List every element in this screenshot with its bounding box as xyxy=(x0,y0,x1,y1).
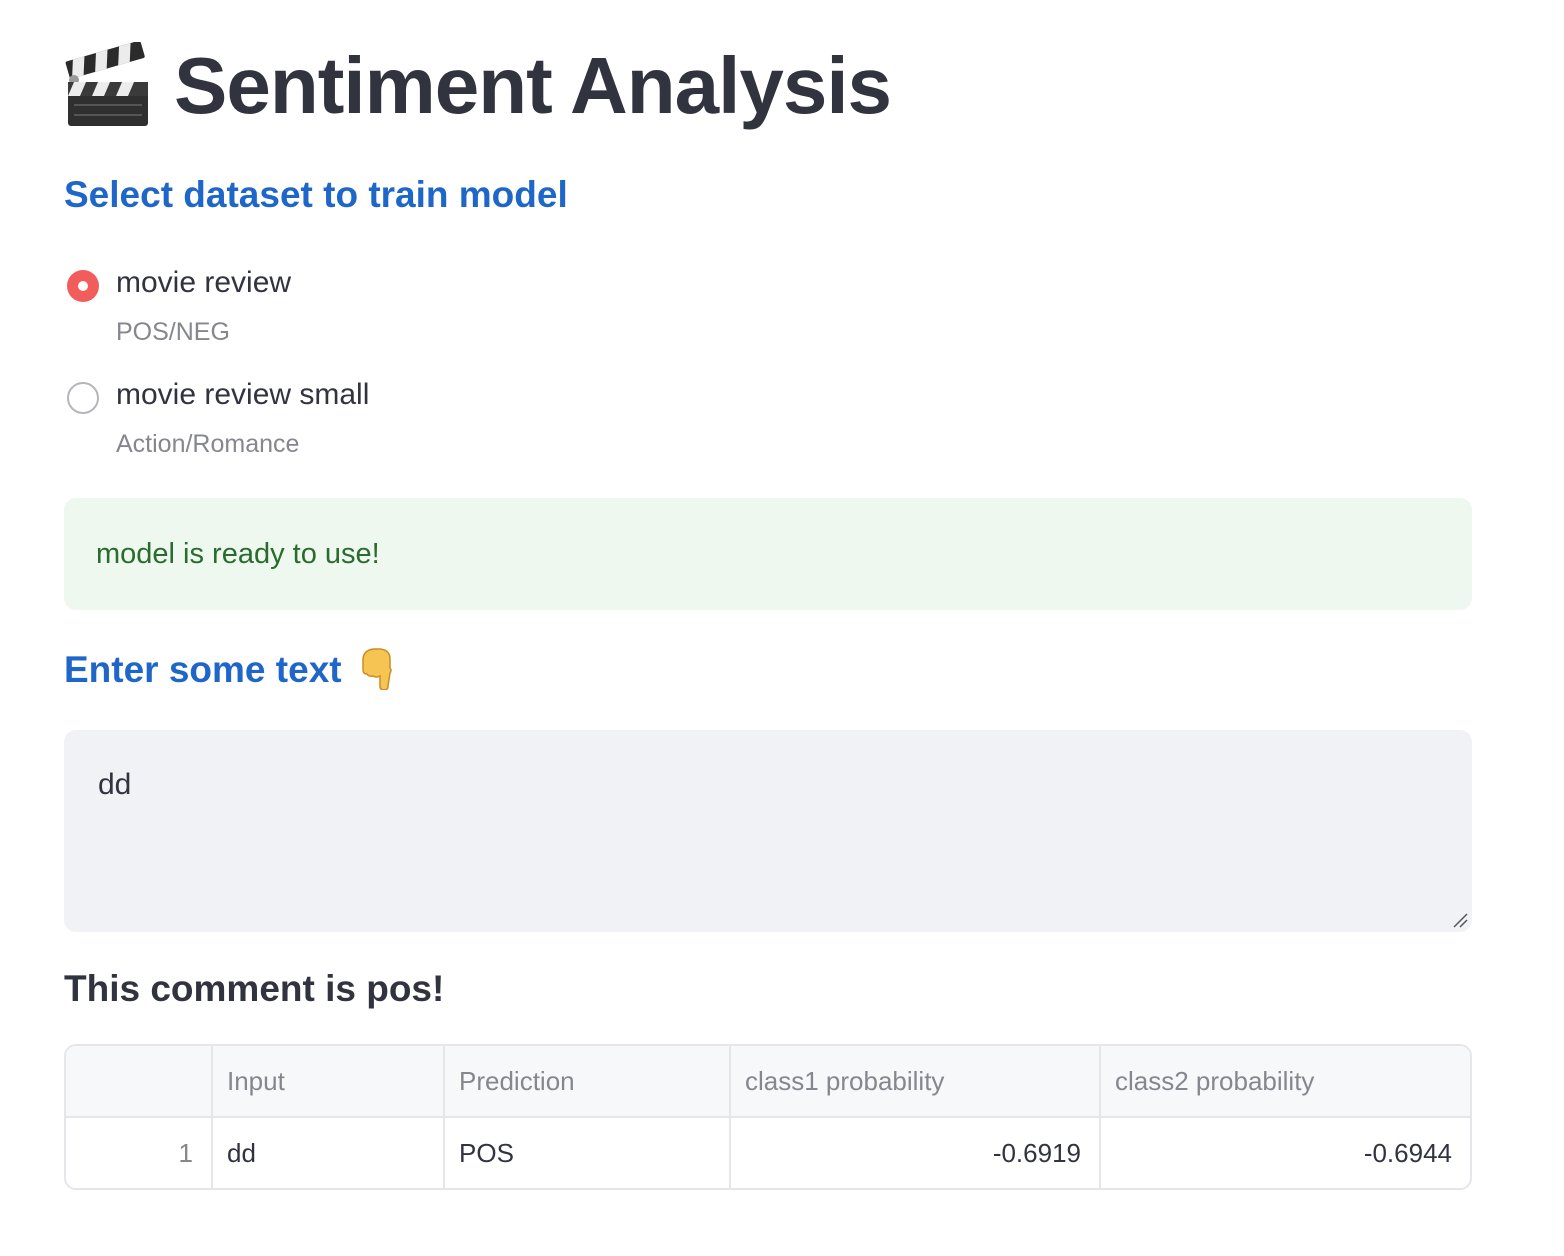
table-header-index[interactable] xyxy=(66,1046,213,1118)
table-header-prediction[interactable]: Prediction xyxy=(444,1046,731,1118)
result-heading: This comment is pos! xyxy=(64,968,445,1009)
table-header-input[interactable]: Input xyxy=(212,1046,445,1118)
clapper-board-icon xyxy=(65,42,148,126)
text-input-heading: Enter some text xyxy=(64,648,394,690)
results-table-grid: Input Prediction class1 probability clas… xyxy=(66,1046,1470,1188)
table-header-class1-probability[interactable]: class1 probability xyxy=(730,1046,1101,1118)
radio-label[interactable]: movie review xyxy=(116,266,291,300)
radio-caption: Action/Romance xyxy=(116,430,300,458)
table-cell-input[interactable]: dd xyxy=(212,1117,445,1188)
resize-handle-icon[interactable] xyxy=(1452,912,1468,928)
radio-label[interactable]: movie review small xyxy=(116,378,369,412)
text-input-area[interactable]: dd xyxy=(64,730,1472,932)
text-input-value[interactable]: dd xyxy=(98,768,131,801)
success-message: model is ready to use! xyxy=(96,537,380,570)
page-title-row: Sentiment Analysis xyxy=(64,36,892,136)
results-table[interactable]: Input Prediction class1 probability clas… xyxy=(64,1044,1472,1190)
success-alert: model is ready to use! xyxy=(64,498,1472,610)
app-page: Sentiment Analysis Select dataset to tra… xyxy=(0,0,1564,1256)
page-title: Sentiment Analysis xyxy=(174,41,892,130)
table-cell-class1-probability[interactable]: -0.6919 xyxy=(730,1117,1101,1188)
pointing-down-hand-icon xyxy=(361,648,392,690)
text-input-heading-label: Enter some text xyxy=(64,648,342,690)
radio-caption: POS/NEG xyxy=(116,318,230,346)
radio-button-selected[interactable] xyxy=(67,270,99,302)
table-cell-index[interactable]: 1 xyxy=(66,1117,213,1188)
table-header-row: Input Prediction class1 probability clas… xyxy=(66,1046,1470,1118)
table-cell-prediction[interactable]: POS xyxy=(444,1117,731,1188)
table-header-class2-probability[interactable]: class2 probability xyxy=(1100,1046,1470,1118)
dataset-section-heading: Select dataset to train model xyxy=(64,174,568,215)
radio-button-unselected[interactable] xyxy=(67,382,99,414)
table-cell-class2-probability[interactable]: -0.6944 xyxy=(1100,1117,1470,1188)
table-row: 1 dd POS -0.6919 -0.6944 xyxy=(66,1117,1470,1188)
